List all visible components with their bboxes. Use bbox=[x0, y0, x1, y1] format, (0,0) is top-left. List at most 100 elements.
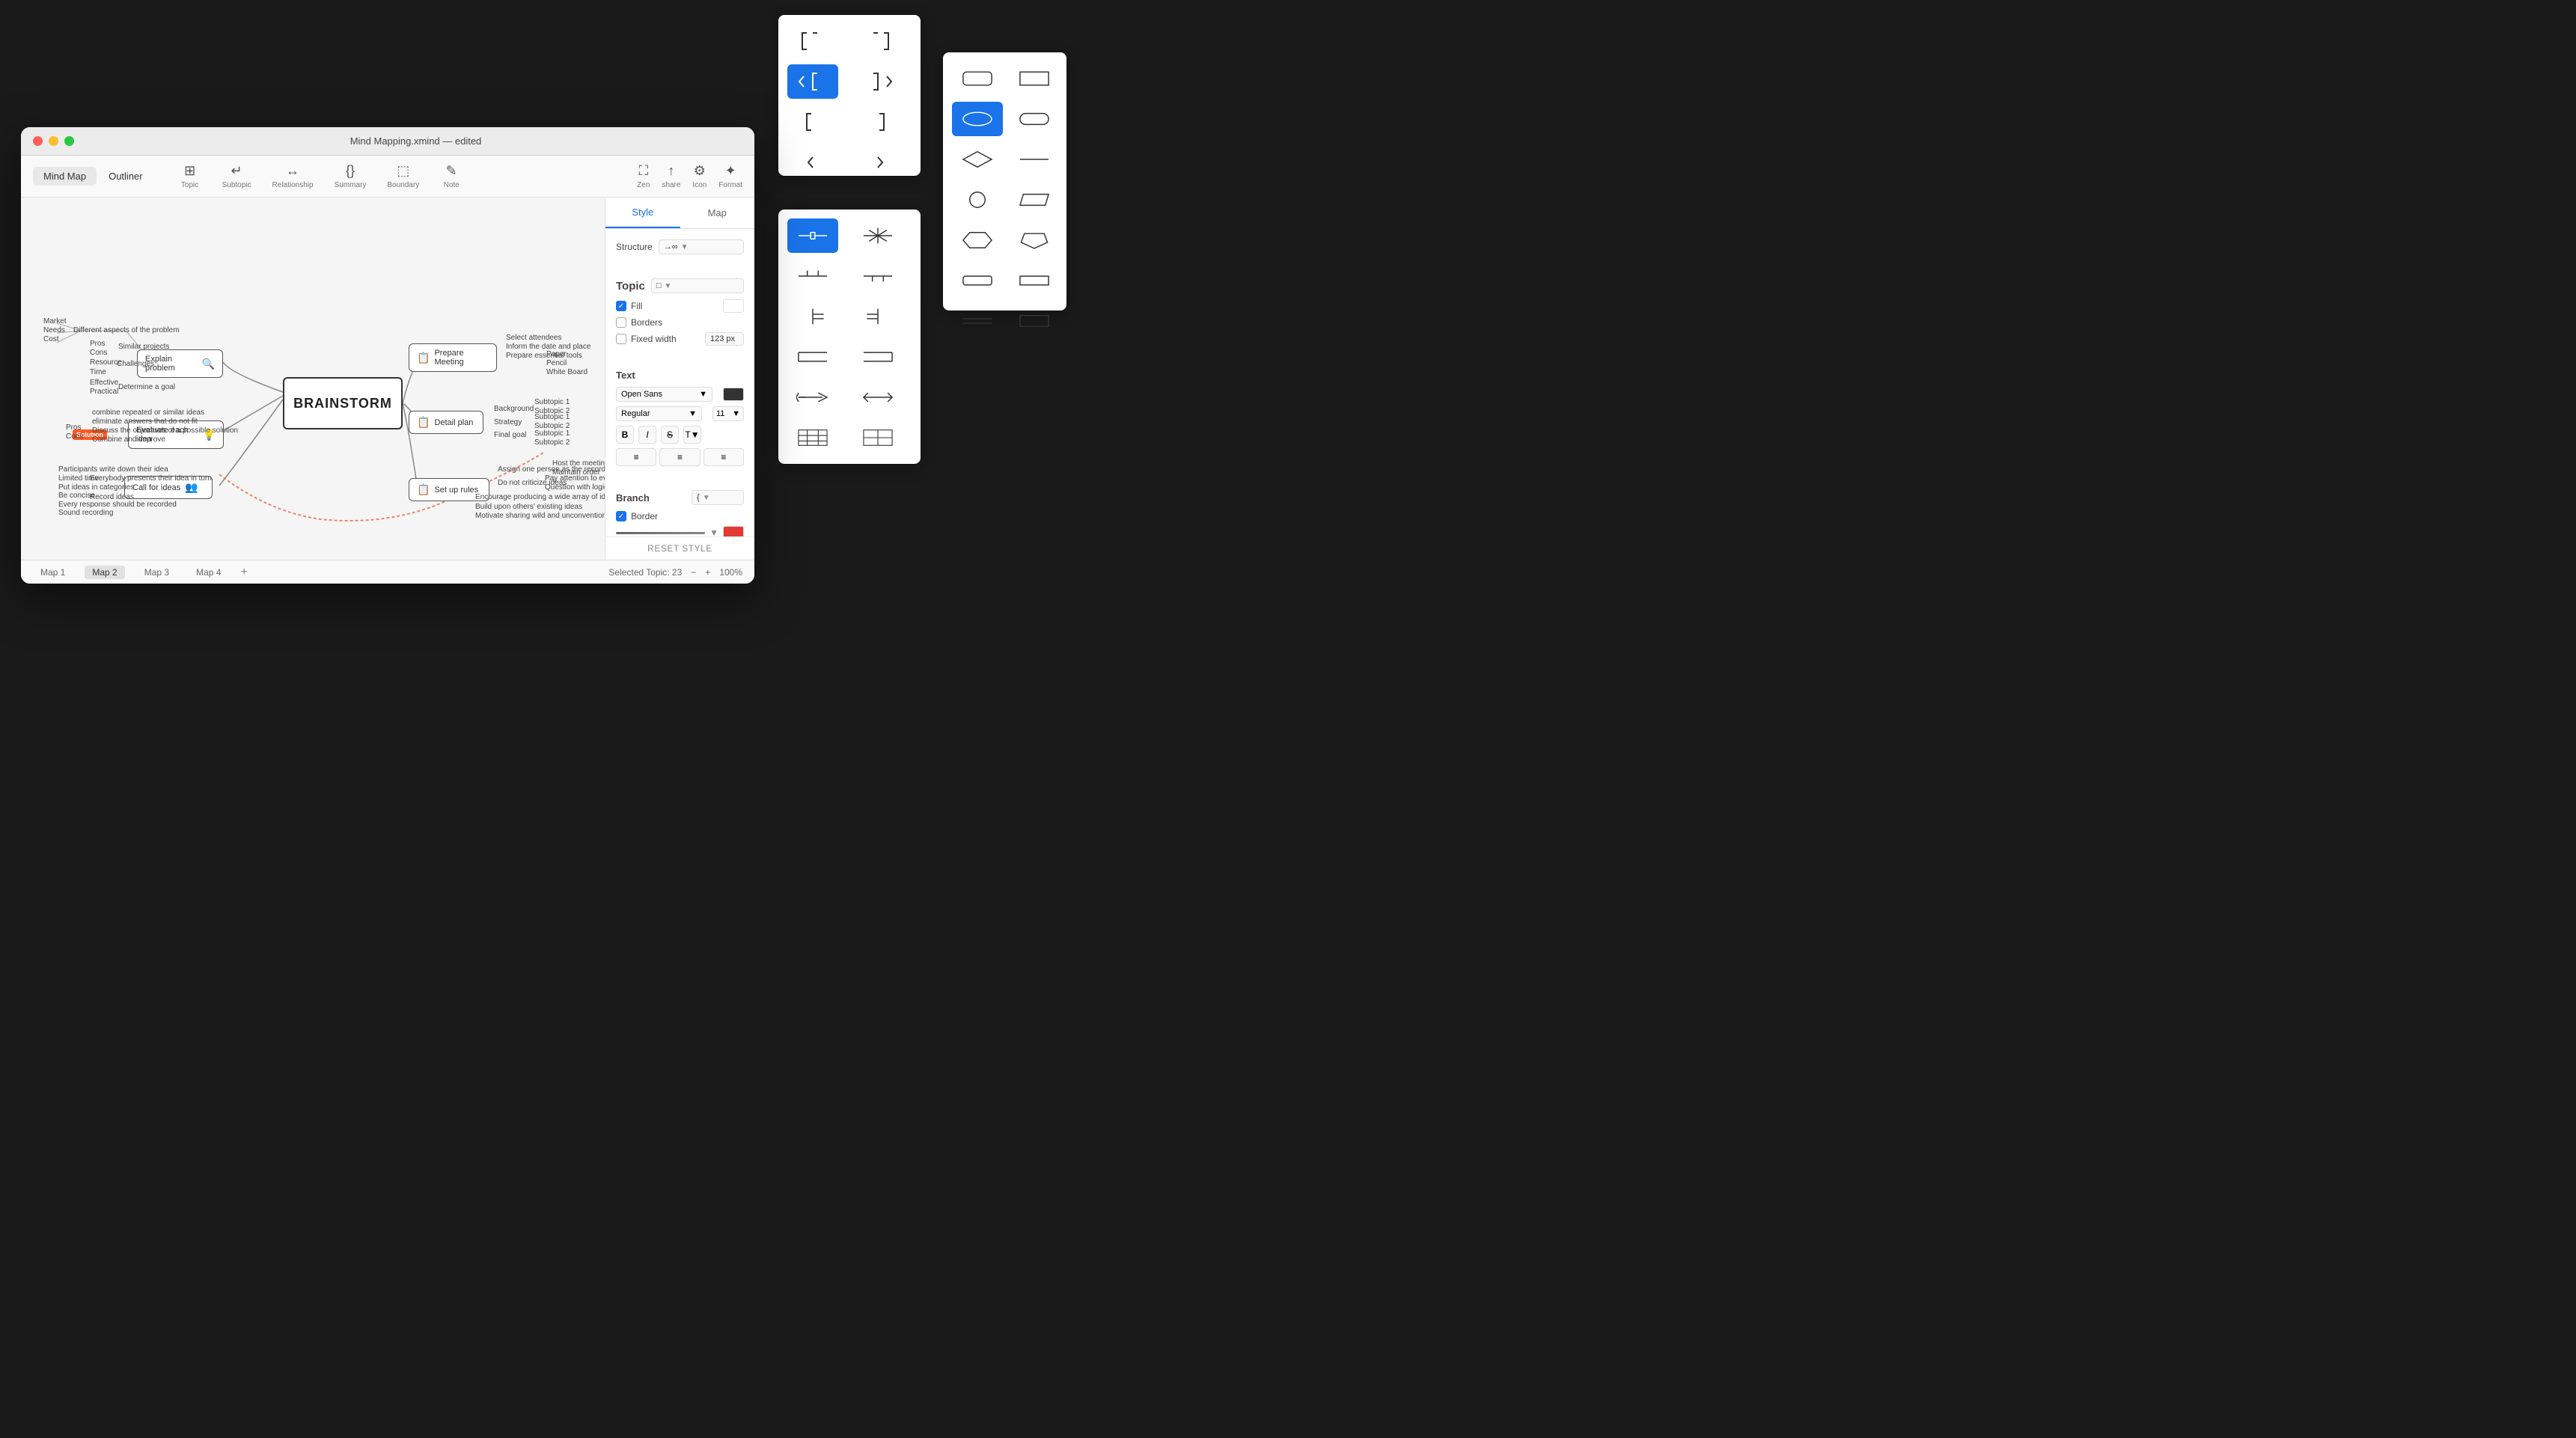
size-select[interactable]: 11 ▼ bbox=[712, 406, 744, 421]
align-row: ≡ ≡ ≡ bbox=[616, 448, 744, 466]
text-motivate: Motivate sharing wild and unconventional… bbox=[475, 512, 605, 520]
shape-hexagon[interactable] bbox=[952, 223, 1003, 257]
shape-double-line[interactable] bbox=[952, 304, 1003, 338]
shape-rect-right[interactable] bbox=[1009, 304, 1060, 338]
text-put-ideas: Put ideas in categories bbox=[58, 483, 134, 492]
font-select[interactable]: Open Sans ▼ bbox=[616, 387, 712, 402]
text-cons2: Cons bbox=[66, 432, 83, 441]
tool-relationship[interactable]: ↔ Relationship bbox=[265, 160, 321, 192]
tool-boundary[interactable]: ⬚ Boundary bbox=[379, 160, 427, 192]
shape-rect[interactable] bbox=[1009, 61, 1060, 96]
shape-parallelogram[interactable] bbox=[1009, 183, 1060, 217]
shape-pentagon[interactable] bbox=[1009, 223, 1060, 257]
shape-rect-sm[interactable] bbox=[1009, 263, 1060, 298]
shape-bracket-8[interactable] bbox=[852, 145, 903, 180]
shape-rounded-rect[interactable] bbox=[952, 61, 1003, 96]
borders-checkbox[interactable] bbox=[616, 317, 626, 328]
shape-branch-x[interactable] bbox=[852, 218, 903, 253]
branch-border-checkbox[interactable]: ✓ bbox=[616, 511, 626, 521]
fill-label: Fill bbox=[631, 301, 642, 311]
shape-branch-l1[interactable] bbox=[787, 340, 838, 374]
close-button[interactable] bbox=[33, 136, 43, 146]
shape-branch-h[interactable] bbox=[787, 218, 838, 253]
panel-tab-style[interactable]: Style bbox=[605, 198, 680, 228]
central-node[interactable]: BRAINSTORM bbox=[283, 377, 403, 429]
topic-select[interactable]: □ ▼ bbox=[651, 278, 744, 293]
shape-branch-t3[interactable] bbox=[787, 299, 838, 334]
strikethrough-button[interactable]: S bbox=[661, 426, 679, 444]
branch-section: Branch { ▼ ✓ Border ▼ bbox=[616, 490, 744, 536]
align-left-button[interactable]: ≡ bbox=[616, 448, 656, 466]
shape-bracket-6[interactable] bbox=[852, 105, 903, 139]
add-map-button[interactable]: + bbox=[240, 566, 247, 579]
shape-rounded-rect-sm[interactable] bbox=[952, 263, 1003, 298]
tab-mindmap[interactable]: Mind Map bbox=[33, 167, 97, 186]
text-discuss: Discuss the objectives of a possible sol… bbox=[92, 426, 238, 435]
structure-select[interactable]: →∞ ▼ bbox=[659, 239, 744, 254]
fixed-width-label: Fixed width bbox=[631, 334, 677, 344]
branch-row: Branch { ▼ bbox=[616, 490, 744, 505]
branch-color-swatch[interactable] bbox=[723, 526, 744, 536]
shape-branch-grid1[interactable] bbox=[787, 420, 838, 455]
text-color-swatch[interactable] bbox=[723, 388, 744, 401]
tool-format-panel[interactable]: ✦ Format bbox=[718, 163, 742, 189]
shape-bracket-3[interactable] bbox=[787, 64, 838, 99]
fill-color-swatch[interactable] bbox=[723, 299, 744, 313]
tool-note[interactable]: ✎ Note bbox=[433, 160, 470, 192]
shape-stadium[interactable] bbox=[1009, 102, 1060, 136]
shape-bracket-4[interactable] bbox=[852, 64, 903, 99]
shape-branch-grid2[interactable] bbox=[852, 420, 903, 455]
selected-topic-status: Selected Topic: 23 bbox=[608, 567, 682, 578]
shape-bracket-5[interactable] bbox=[787, 105, 838, 139]
fixed-width-checkbox[interactable] bbox=[616, 334, 626, 344]
align-right-button[interactable]: ≡ bbox=[703, 448, 744, 466]
branch-select[interactable]: { ▼ bbox=[692, 490, 744, 505]
panel-tab-map[interactable]: Map bbox=[680, 198, 755, 228]
topic-section: Topic □ ▼ ✓ Fill B bbox=[616, 278, 744, 346]
italic-button[interactable]: I bbox=[638, 426, 656, 444]
map-tab-3[interactable]: Map 3 bbox=[137, 566, 177, 579]
shape-branch-arrow2[interactable] bbox=[852, 380, 903, 414]
fill-row: ✓ Fill bbox=[616, 299, 744, 313]
shape-branch-t1[interactable] bbox=[787, 259, 838, 293]
shape-bracket-7[interactable] bbox=[787, 145, 838, 180]
canvas-area[interactable]: BRAINSTORM 📋 Prepare Meeting 📋 Detail pl… bbox=[21, 198, 605, 560]
maximize-button[interactable] bbox=[64, 136, 74, 146]
map-tab-1[interactable]: Map 1 bbox=[33, 566, 73, 579]
tool-topic[interactable]: ⊞ Topic bbox=[171, 160, 209, 192]
shape-line[interactable] bbox=[1009, 142, 1060, 177]
weight-select[interactable]: Regular ▼ bbox=[616, 406, 702, 421]
tool-summary[interactable]: {} Summary bbox=[327, 160, 374, 192]
node-prepare-meeting[interactable]: 📋 Prepare Meeting bbox=[409, 343, 497, 372]
shape-branch-l2[interactable] bbox=[852, 340, 903, 374]
branch-chevron: ▼ bbox=[703, 494, 710, 502]
tool-subtopic[interactable]: ↵ Subtopic bbox=[215, 160, 259, 192]
panel-header: Style Map bbox=[605, 198, 754, 229]
fixed-width-input[interactable]: 123 px bbox=[705, 332, 744, 346]
more-format-button[interactable]: T▼ bbox=[683, 426, 701, 444]
tab-outliner[interactable]: Outliner bbox=[98, 167, 153, 186]
map-tab-2[interactable]: Map 2 bbox=[85, 566, 124, 579]
shape-bracket-1[interactable] bbox=[787, 24, 838, 58]
tool-icon-panel[interactable]: ⚙ Icon bbox=[692, 163, 706, 189]
bold-button[interactable]: B bbox=[616, 426, 634, 444]
align-center-button[interactable]: ≡ bbox=[659, 448, 700, 466]
tool-zen[interactable]: ⛶ Zen bbox=[637, 163, 650, 189]
node-detail-plan[interactable]: 📋 Detail plan bbox=[409, 411, 483, 434]
fill-checkbox[interactable]: ✓ bbox=[616, 301, 626, 311]
tool-share[interactable]: ↑ share bbox=[662, 163, 680, 189]
shape-branch-arrow1[interactable] bbox=[787, 380, 838, 414]
shape-branch-t4[interactable] bbox=[852, 299, 903, 334]
minimize-button[interactable] bbox=[49, 136, 58, 146]
zoom-indicator: + bbox=[705, 567, 710, 578]
shape-ellipse[interactable] bbox=[952, 102, 1003, 136]
map-tab-4[interactable]: Map 4 bbox=[189, 566, 228, 579]
reset-style-button[interactable]: RESET STYLE bbox=[605, 536, 754, 560]
zoom-minus[interactable]: − bbox=[691, 567, 696, 578]
relationship-label: Relationship bbox=[272, 181, 314, 189]
shape-circle[interactable] bbox=[952, 183, 1003, 217]
shape-bracket-2[interactable] bbox=[852, 24, 903, 58]
structure-value: →∞ bbox=[664, 242, 678, 251]
shape-branch-t2[interactable] bbox=[852, 259, 903, 293]
shape-diamond[interactable] bbox=[952, 142, 1003, 177]
